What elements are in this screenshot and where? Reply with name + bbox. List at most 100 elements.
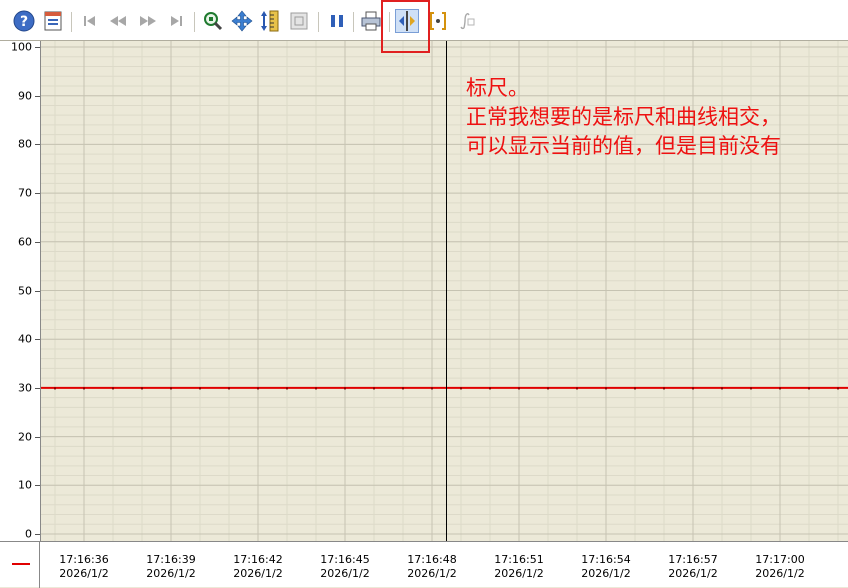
x-tick-time: 17:16:45: [320, 553, 370, 566]
x-tick-label: 17:16:39 2026/1/2: [131, 553, 211, 581]
legend-series-line: [12, 563, 30, 565]
properties-button[interactable]: [41, 9, 65, 33]
y-tick-label: 60: [18, 235, 32, 249]
data-point: [721, 387, 723, 390]
print-icon: [361, 11, 381, 31]
toolbar-separator: [71, 12, 72, 32]
annotation-line: 正常我想要的是标尺和曲线相交，: [466, 105, 781, 129]
x-tick-date: 2026/1/2: [581, 567, 631, 580]
pan-icon: [231, 10, 253, 32]
x-tick-label: 17:16:48 2026/1/2: [392, 553, 472, 581]
x-tick-label: 17:16:51 2026/1/2: [479, 553, 559, 581]
y-tick-label: 40: [18, 332, 32, 346]
x-tick-date: 2026/1/2: [494, 567, 544, 580]
fit-icon: [290, 12, 308, 30]
y-tick-label: 70: [18, 186, 32, 200]
data-point: [576, 387, 578, 390]
x-tick-date: 2026/1/2: [755, 567, 805, 580]
data-point: [141, 387, 143, 390]
pan-button[interactable]: [230, 9, 254, 33]
properties-icon: [44, 11, 62, 31]
fit-button[interactable]: [287, 9, 311, 33]
y-tick-label: 30: [18, 381, 32, 395]
first-page-button[interactable]: [78, 9, 102, 33]
x-tick-time: 17:16:36: [59, 553, 109, 566]
svg-text:?: ?: [20, 14, 28, 30]
y-tick-mark: [35, 534, 40, 535]
data-point: [170, 387, 172, 390]
ruler-highlight-box: [381, 0, 430, 53]
previous-page-button[interactable]: [106, 9, 130, 33]
x-tick-time: 17:16:42: [233, 553, 283, 566]
data-point: [489, 387, 491, 390]
toolbar-separator: [353, 12, 354, 32]
y-tick-mark: [35, 47, 40, 48]
x-tick-date: 2026/1/2: [407, 567, 457, 580]
x-tick-label: 17:16:45 2026/1/2: [305, 553, 385, 581]
data-point: [431, 387, 433, 390]
data-point: [112, 387, 114, 390]
next-page-button[interactable]: [136, 9, 160, 33]
y-tick-mark: [35, 387, 40, 389]
toolbar-separator: [318, 12, 319, 32]
data-point: [344, 387, 346, 390]
data-point: [199, 387, 201, 390]
data-point: [257, 387, 259, 390]
print-button[interactable]: [359, 9, 383, 33]
x-tick-date: 2026/1/2: [668, 567, 718, 580]
data-point: [547, 387, 549, 390]
data-point: [315, 387, 317, 390]
legend-swatch[interactable]: [0, 542, 40, 588]
y-tick-mark: [35, 290, 40, 292]
data-point: [663, 387, 665, 390]
x-tick-time: 17:17:00: [755, 553, 805, 566]
next-page-icon: [140, 16, 156, 26]
y-tick-label: 0: [25, 527, 32, 541]
data-point: [634, 387, 636, 390]
x-tick-date: 2026/1/2: [233, 567, 283, 580]
axis-scale-button[interactable]: [258, 9, 282, 33]
x-axis: 17:16:36 2026/1/2 17:16:39 2026/1/2 17:16:42…: [0, 541, 848, 588]
annotation-line: 标尺。: [466, 76, 529, 100]
zoom-icon: [204, 12, 223, 31]
data-point: [83, 387, 85, 390]
annotation-line: 可以显示当前的值，但是目前没有: [466, 134, 781, 158]
x-tick-time: 17:16:51: [494, 553, 544, 566]
y-tick-label: 50: [18, 284, 32, 297]
last-page-icon: [171, 16, 182, 26]
y-tick-label: 10: [18, 478, 32, 492]
integral-button[interactable]: [454, 9, 478, 33]
last-page-button[interactable]: [164, 9, 188, 33]
y-tick-label: 90: [18, 89, 32, 103]
y-tick-mark: [35, 241, 40, 243]
pause-icon: [331, 15, 343, 27]
y-tick-mark: [35, 339, 40, 341]
data-point: [286, 387, 288, 390]
data-point: [750, 387, 752, 390]
x-tick-label: 17:16:57 2026/1/2: [653, 553, 733, 581]
data-point: [518, 387, 520, 390]
help-icon: ?: [13, 10, 35, 32]
x-tick-time: 17:16:57: [668, 553, 718, 566]
y-tick-label: 80: [18, 137, 32, 151]
x-tick-label: 17:16:54 2026/1/2: [566, 553, 646, 581]
x-tick-label: 17:16:42 2026/1/2: [218, 553, 298, 581]
integral-icon: [460, 12, 475, 30]
data-point: [373, 387, 375, 390]
help-button[interactable]: ?: [12, 9, 36, 33]
data-point: [54, 387, 56, 390]
x-tick-date: 2026/1/2: [146, 567, 196, 580]
y-tick-label: 20: [18, 430, 32, 444]
data-point: [605, 387, 607, 390]
zoom-button[interactable]: [201, 9, 225, 33]
y-axis: 100 90 80 70 60 50 40 30 20 10 0: [0, 41, 41, 546]
toolbar-separator: [194, 12, 195, 32]
pause-button[interactable]: [325, 9, 349, 33]
y-tick-label: 100: [11, 40, 32, 54]
data-point: [228, 387, 230, 390]
x-tick-time: 17:16:54: [581, 553, 631, 566]
y-tick-mark: [35, 95, 40, 97]
data-point: [837, 387, 839, 390]
data-point: [692, 387, 694, 390]
data-point: [808, 387, 810, 390]
